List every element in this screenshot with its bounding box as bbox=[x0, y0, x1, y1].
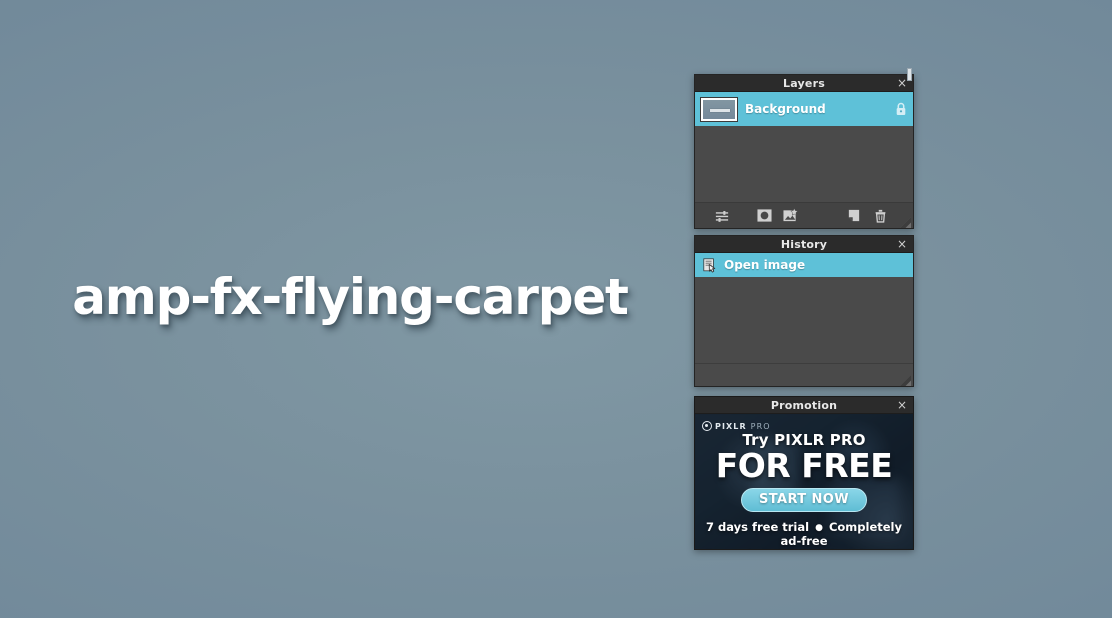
layer-settings-icon[interactable] bbox=[711, 205, 733, 227]
history-list[interactable]: Open image bbox=[695, 253, 913, 363]
pixlr-pro-logo: PIXLR PRO bbox=[702, 421, 771, 431]
promotion-ad-banner[interactable]: PIXLR PRO Try PIXLR PRO FOR FREE START N… bbox=[695, 414, 913, 549]
history-panel[interactable]: History × Open image bbox=[694, 235, 914, 387]
bullet-separator-icon: ● bbox=[815, 522, 823, 533]
history-panel-titlebar[interactable]: History × bbox=[695, 236, 913, 253]
layers-panel-titlebar[interactable]: Layers × bbox=[695, 75, 913, 92]
delete-layer-icon[interactable] bbox=[869, 205, 891, 227]
lock-icon[interactable] bbox=[895, 102, 907, 116]
layers-toolbar[interactable] bbox=[695, 202, 913, 228]
pixlr-logo-word: PIXLR bbox=[715, 421, 747, 431]
pixlr-logo-text: PIXLR PRO bbox=[715, 422, 771, 431]
close-icon[interactable]: × bbox=[896, 398, 908, 413]
pixlr-logo-pro: PRO bbox=[750, 421, 771, 431]
promotion-panel-title: Promotion bbox=[770, 398, 838, 412]
layer-row[interactable]: Background bbox=[695, 92, 913, 126]
canvas-area[interactable]: amp-fx-flying-carpet bbox=[0, 0, 1112, 618]
layers-list[interactable]: Background bbox=[695, 92, 913, 202]
history-panel-title: History bbox=[780, 237, 828, 251]
open-image-icon bbox=[703, 257, 717, 273]
promotion-subtext-bold: 7 days free trial ● Completely ad-free bbox=[695, 520, 913, 548]
layer-mask-icon[interactable] bbox=[753, 205, 775, 227]
history-entry-label: Open image bbox=[724, 258, 806, 272]
layers-panel-resize-grip[interactable] bbox=[900, 215, 911, 228]
promotion-panel-titlebar[interactable]: Promotion × bbox=[695, 397, 913, 414]
history-panel-resize-grip[interactable] bbox=[900, 373, 911, 386]
promotion-panel[interactable]: Promotion × PIXLR PRO Try PIXLR PRO FOR … bbox=[694, 396, 914, 550]
layer-thumbnail[interactable] bbox=[700, 96, 738, 122]
promotion-subtext-line2: Access to 1,000,000 Stock Images bbox=[695, 548, 913, 549]
promotion-trial-text: 7 days free trial bbox=[705, 520, 810, 534]
add-layer-icon[interactable] bbox=[779, 205, 801, 227]
duplicate-layer-icon[interactable] bbox=[843, 205, 865, 227]
start-now-button[interactable]: START NOW bbox=[741, 488, 867, 512]
layers-panel[interactable]: Layers × Background bbox=[694, 74, 914, 229]
promotion-headline-large: FOR FREE bbox=[715, 446, 893, 485]
layers-panel-title: Layers bbox=[783, 76, 825, 90]
canvas-image-title-text: amp-fx-flying-carpet bbox=[72, 268, 629, 326]
layer-name-label: Background bbox=[745, 102, 826, 116]
history-entry-row[interactable]: Open image bbox=[695, 253, 913, 277]
pixlr-logo-mark bbox=[702, 421, 712, 431]
text-cursor-artifact bbox=[907, 68, 912, 81]
history-panel-footer bbox=[695, 363, 913, 386]
close-icon[interactable]: × bbox=[896, 237, 908, 252]
